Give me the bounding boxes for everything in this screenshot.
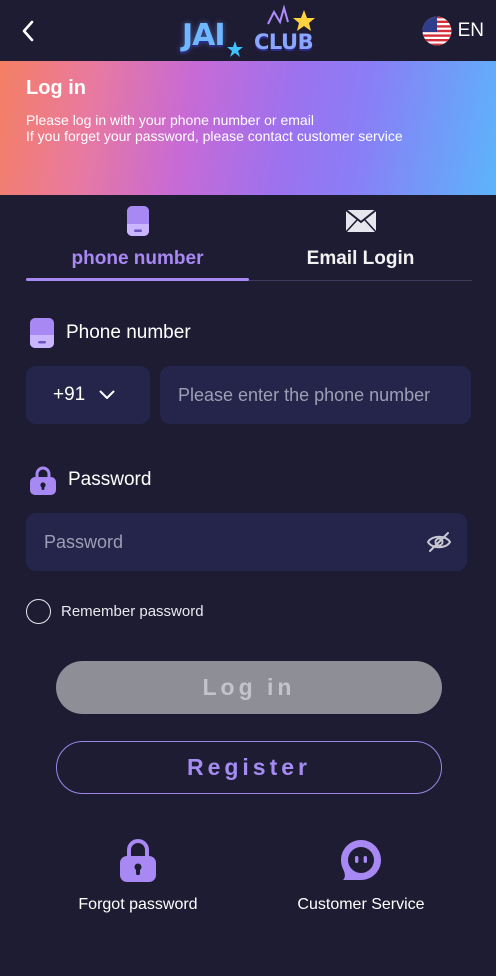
register-button[interactable]: Register [56,741,442,794]
password-label: Password [30,465,151,495]
phone-icon [126,206,149,236]
top-bar: JAI CLUB EN [0,0,496,61]
page-title: Log in [26,77,86,99]
chevron-down-icon [99,390,115,399]
banner-instruction: Please log in with your phone number or … [26,112,314,128]
logo-text-main: JAI [182,18,226,53]
app-logo: JAI CLUB [178,4,318,58]
phone-number-label: Phone number [30,318,191,348]
chat-icon [341,840,381,880]
envelope-icon [344,209,377,233]
forgot-password-label: Forgot password [78,896,198,913]
tab-email-login-label: Email Login [306,248,415,269]
logo-small-star-icon [227,41,243,57]
chevron-left-icon [22,20,34,42]
tab-phone-number-label: phone number [71,248,204,269]
remember-password-radio[interactable] [26,598,51,624]
back-button[interactable] [16,18,40,44]
login-button[interactable]: Log in [56,661,442,714]
customer-service-label: Customer Service [297,896,425,913]
remember-password-label: Remember password [61,602,204,620]
login-banner: Log in Please log in with your phone num… [0,61,496,195]
logo-text-club: CLUB [254,30,314,54]
phone-number-label-text: Phone number [66,322,191,343]
country-code-value: +91 [53,384,86,405]
lock-icon [30,466,56,495]
phone-icon [30,318,54,348]
toggle-password-visibility[interactable] [425,529,453,555]
eye-off-icon [426,532,452,552]
password-input[interactable] [26,513,467,571]
banner-help-text: If you forget your password, please cont… [26,128,403,144]
forgot-password-link[interactable]: Forgot password [48,836,228,918]
country-code-select[interactable]: +91 [26,366,150,424]
tab-phone-number[interactable]: phone number [26,200,249,281]
lock-icon [120,839,156,882]
password-label-text: Password [68,469,152,490]
phone-number-input[interactable] [160,366,471,424]
login-method-tabs: phone number Email Login [26,200,472,281]
remember-password-toggle[interactable]: Remember password [26,598,204,624]
tab-email-login[interactable]: Email Login [249,200,472,280]
language-selector[interactable]: EN [422,16,484,46]
us-flag-icon [422,16,452,46]
language-label: EN [457,20,484,41]
customer-service-link[interactable]: Customer Service [271,836,451,918]
